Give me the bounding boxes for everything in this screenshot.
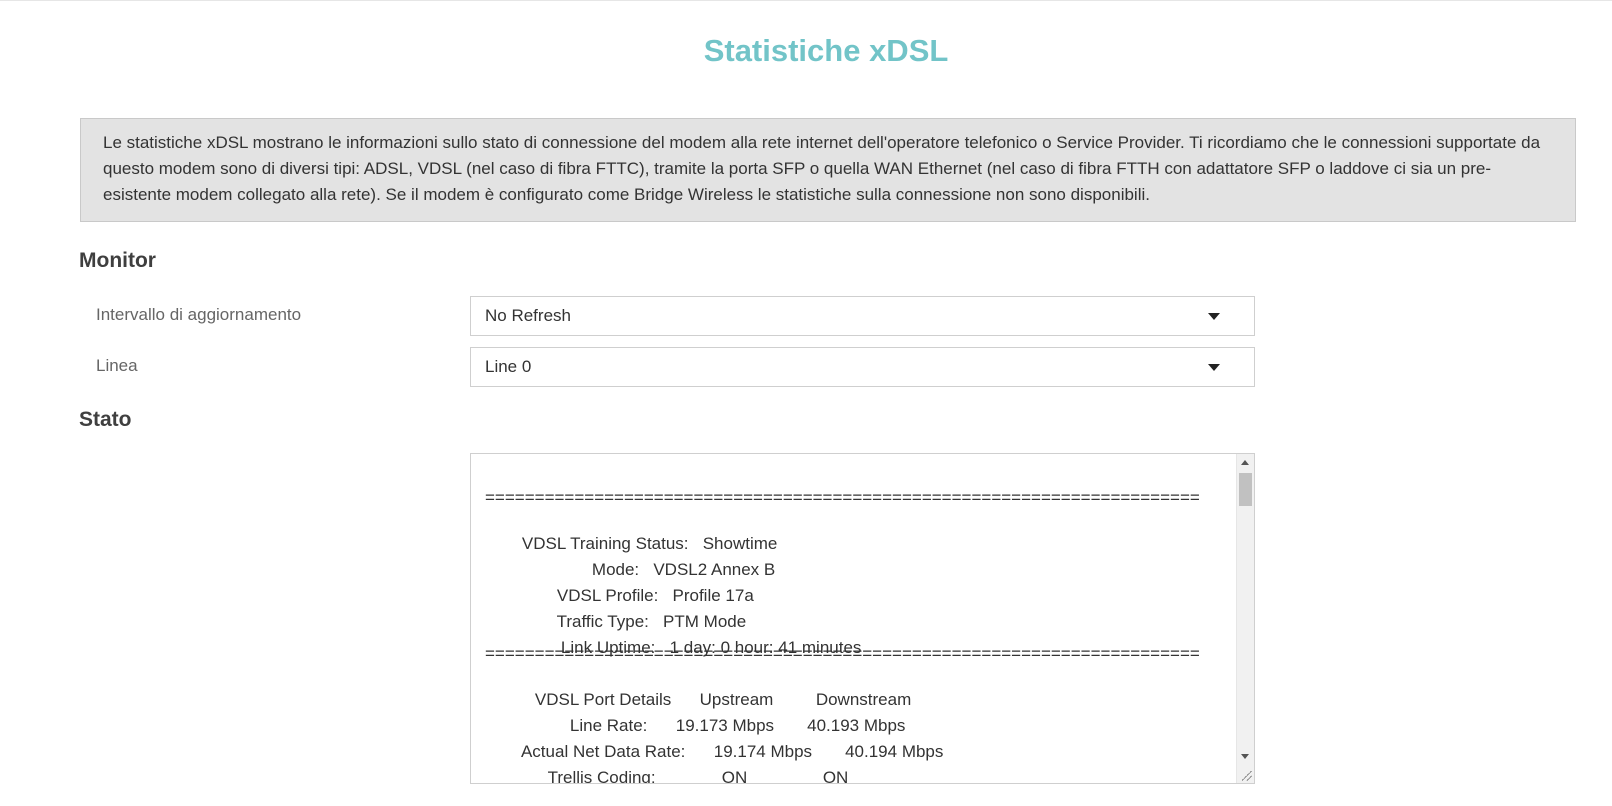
- refresh-interval-label: Intervallo di aggiornamento: [96, 305, 302, 324]
- line-label: Linea: [96, 356, 138, 375]
- port-details-row: Trellis Coding: ON ON: [547, 768, 849, 784]
- arrow-up-icon[interactable]: [1241, 460, 1249, 465]
- line-value: Line 0: [485, 357, 532, 376]
- page-title: Statistiche xDSL: [703, 33, 949, 68]
- arrow-down-icon[interactable]: [1241, 754, 1249, 759]
- top-divider: [0, 0, 1612, 1]
- scrollbar-thumb[interactable]: [1239, 473, 1252, 506]
- refresh-interval-value: No Refresh: [485, 306, 571, 325]
- chevron-down-icon: [1208, 312, 1220, 320]
- chevron-down-icon: [1208, 363, 1220, 371]
- refresh-interval-select[interactable]: No Refresh: [470, 296, 1255, 336]
- resize-grip-icon[interactable]: [1242, 771, 1252, 781]
- info-box: Le statistiche xDSL mostrano le informaz…: [80, 118, 1576, 222]
- stato-section-title: Stato: [79, 408, 132, 431]
- separator-line: ========================================…: [485, 488, 1200, 507]
- line-select[interactable]: Line 0: [470, 347, 1255, 387]
- separator-line: ========================================…: [485, 644, 1200, 663]
- monitor-section-title: Monitor: [79, 249, 156, 272]
- status-textarea[interactable]: ========================================…: [470, 453, 1255, 784]
- vertical-scrollbar[interactable]: [1236, 454, 1254, 783]
